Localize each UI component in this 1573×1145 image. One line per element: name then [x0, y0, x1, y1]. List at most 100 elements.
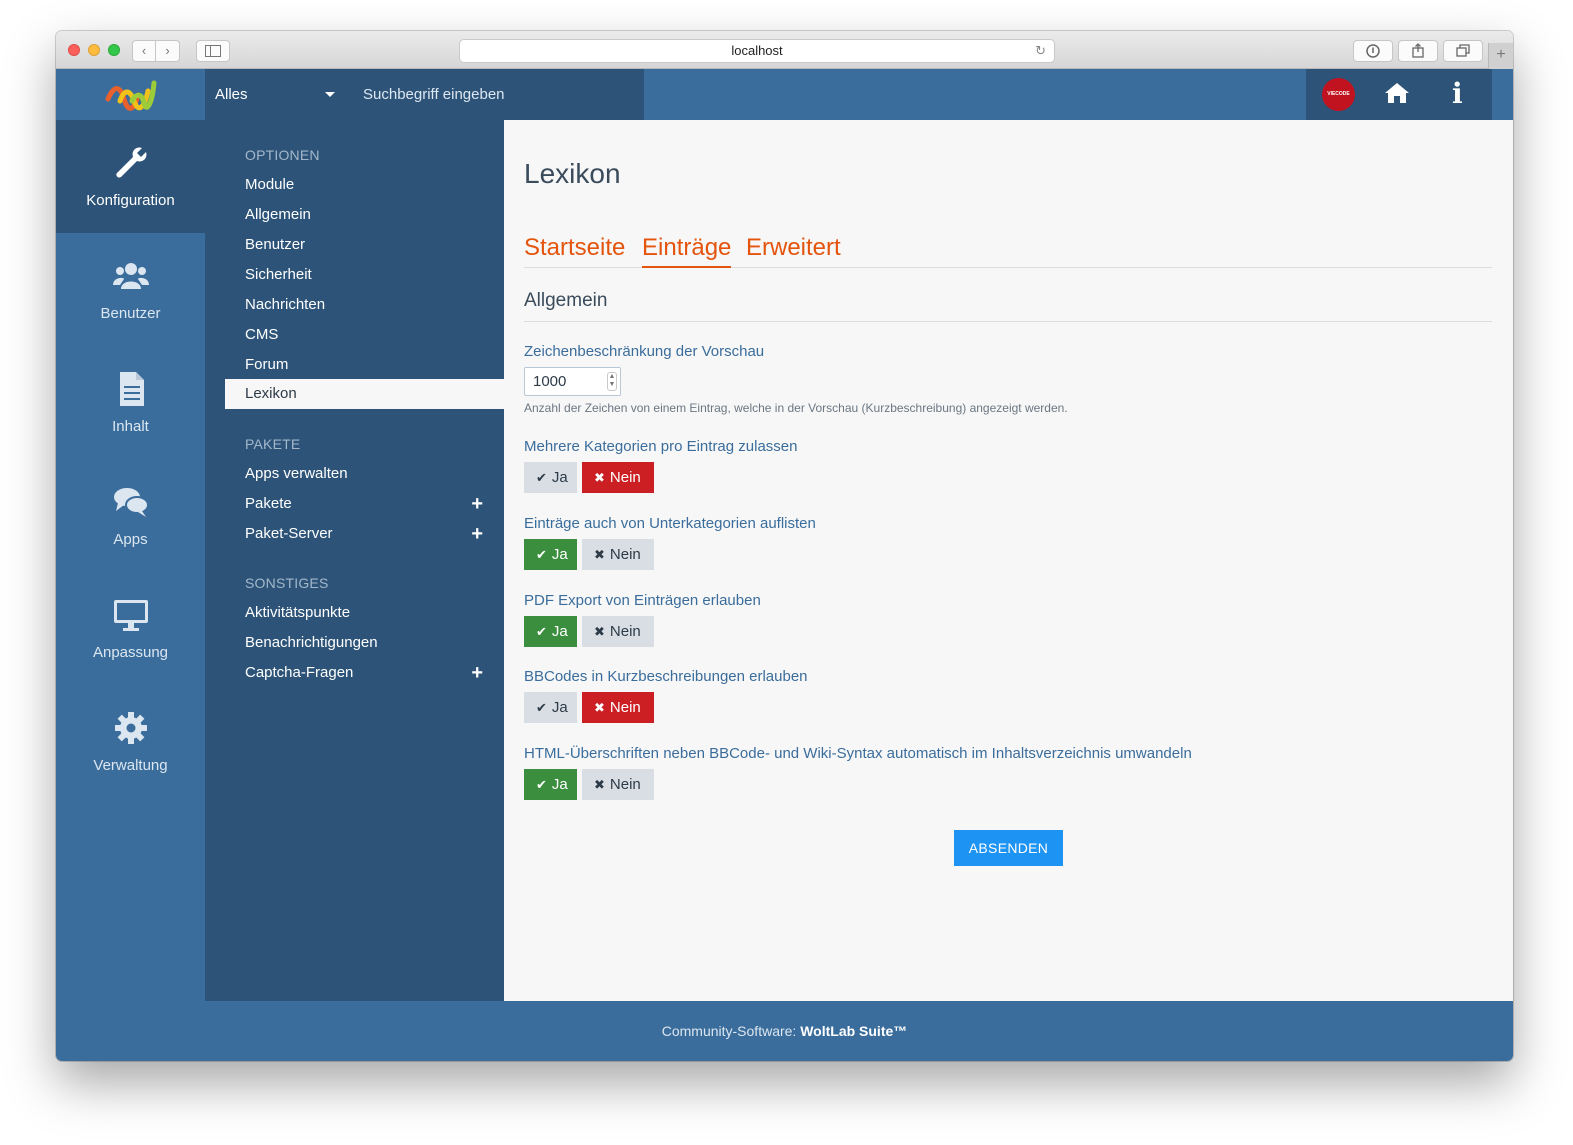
tabs-overview-button[interactable]: [1443, 40, 1483, 62]
plus-icon[interactable]: +: [471, 519, 483, 549]
main-menu-label: Apps: [113, 531, 148, 548]
footer-brand-link[interactable]: WoltLab Suite™: [800, 1023, 907, 1039]
woltlab-logo-icon: [105, 80, 157, 111]
back-button[interactable]: ‹: [132, 40, 156, 62]
avatar-text: VIECODE: [1327, 91, 1350, 97]
submit-button[interactable]: ABSENDEN: [954, 830, 1063, 866]
gear-icon: [115, 712, 147, 744]
yes-label: Ja: [551, 469, 568, 486]
preview-limit-value: 1000: [533, 373, 567, 390]
search-scope-select[interactable]: Alles: [205, 69, 345, 120]
option-3-no-button[interactable]: ✖ Nein: [582, 616, 654, 647]
submenu-item-forum[interactable]: Forum: [225, 350, 504, 380]
no-label: Nein: [609, 546, 641, 563]
forward-button[interactable]: ›: [156, 40, 180, 62]
submenu-item-label: Pakete: [245, 495, 292, 512]
submenu-item-sicherheit[interactable]: Sicherheit: [225, 260, 504, 290]
submenu-item-paket-server[interactable]: Paket-Server +: [225, 519, 504, 549]
submenu-item-nachrichten[interactable]: Nachrichten: [225, 290, 504, 320]
tab-startseite[interactable]: Startseite: [524, 234, 625, 268]
search-placeholder: Suchbegriff eingeben: [363, 86, 505, 103]
option-4-no-button[interactable]: ✖ Nein: [582, 692, 654, 723]
page-title: Lexikon: [524, 158, 621, 189]
tab-bar: Startseite Einträge Erweitert: [524, 234, 1492, 268]
cross-icon: ✖: [594, 777, 605, 792]
main-menu-item-konfiguration[interactable]: Konfiguration: [56, 120, 205, 233]
spinner-icon[interactable]: ▲ ▼: [607, 372, 617, 391]
logo[interactable]: [56, 69, 205, 120]
submenu-item-cms[interactable]: CMS: [225, 320, 504, 350]
option-2-yes-button[interactable]: ✔ Ja: [524, 539, 577, 570]
submenu-heading-pakete: PAKETE: [245, 436, 301, 452]
cross-icon: ✖: [594, 547, 605, 562]
sidebar-toggle-button[interactable]: [196, 40, 230, 62]
preview-limit-label: Zeichenbeschränkung der Vorschau: [524, 343, 765, 360]
option-2-no-button[interactable]: ✖ Nein: [582, 539, 654, 570]
plus-icon[interactable]: +: [471, 489, 483, 519]
option-5-no-button[interactable]: ✖ Nein: [582, 769, 654, 800]
main-menu-item-verwaltung[interactable]: Verwaltung: [56, 685, 205, 798]
submenu-item-benachrichtigungen[interactable]: Benachrichtigungen: [225, 628, 504, 658]
no-label: Nein: [609, 699, 641, 716]
url-text: localhost: [731, 43, 783, 58]
main-menu-label: Inhalt: [112, 418, 149, 435]
tabs-icon: [1456, 44, 1470, 57]
minimize-window-button[interactable]: [88, 44, 100, 56]
home-icon[interactable]: [1384, 81, 1410, 110]
option-1-no-button[interactable]: ✖ Nein: [582, 462, 654, 493]
submenu-item-captcha-fragen[interactable]: Captcha-Fragen +: [225, 658, 504, 688]
avatar[interactable]: VIECODE: [1322, 78, 1355, 111]
main-menu-label: Konfiguration: [86, 192, 175, 209]
submenu-item-pakete[interactable]: Pakete +: [225, 489, 504, 519]
yes-label: Ja: [551, 546, 568, 563]
option-5-yes-button[interactable]: ✔ Ja: [524, 769, 577, 800]
submenu-item-allgemein[interactable]: Allgemein: [225, 200, 504, 230]
check-icon: ✔: [536, 470, 547, 485]
main-menu-label: Anpassung: [92, 644, 169, 661]
comments-icon: [114, 488, 149, 517]
share-button[interactable]: [1398, 40, 1438, 62]
close-window-button[interactable]: [68, 44, 80, 56]
caret-down-icon: [325, 92, 335, 97]
users-icon: [113, 263, 149, 289]
submenu-item-benutzer[interactable]: Benutzer: [225, 230, 504, 260]
submenu-item-aktivitaetspunkte[interactable]: Aktivitätspunkte: [225, 598, 504, 628]
no-label: Nein: [609, 469, 641, 486]
download-icon: [1366, 44, 1380, 58]
main-menu-item-apps[interactable]: Apps: [56, 459, 205, 572]
plus-icon[interactable]: +: [471, 658, 483, 688]
tab-eintraege[interactable]: Einträge: [642, 234, 732, 268]
submenu-heading-optionen: OPTIONEN: [245, 147, 320, 163]
sidebar-icon: [205, 45, 221, 57]
submenu-item-apps-verwalten[interactable]: Apps verwalten: [225, 459, 504, 489]
yes-label: Ja: [551, 776, 568, 793]
submenu-item-lexikon[interactable]: Lexikon: [225, 379, 504, 409]
cross-icon: ✖: [594, 624, 605, 639]
zoom-window-button[interactable]: [108, 44, 120, 56]
preview-limit-input[interactable]: 1000 ▲ ▼: [524, 367, 621, 396]
info-icon[interactable]: i: [1452, 77, 1463, 110]
new-tab-button[interactable]: +: [1488, 43, 1513, 69]
submenu-item-label: Aktivitätspunkte: [245, 604, 351, 621]
tab-erweitert[interactable]: Erweitert: [746, 234, 841, 268]
main-menu-item-inhalt[interactable]: Inhalt: [56, 346, 205, 459]
main-menu-item-benutzer[interactable]: Benutzer: [56, 233, 205, 346]
submenu-item-label: Apps verwalten: [245, 465, 348, 482]
main-menu-label: Benutzer: [100, 305, 161, 322]
main-menu-label: Verwaltung: [93, 757, 168, 774]
page-footer: Community-Software: WoltLab Suite™: [56, 1001, 1513, 1061]
option-1-yes-button[interactable]: ✔ Ja: [524, 462, 577, 493]
reader-button[interactable]: [1353, 40, 1393, 62]
address-bar[interactable]: localhost ↻: [459, 39, 1055, 63]
yes-label: Ja: [551, 699, 568, 716]
search-input[interactable]: Suchbegriff eingeben: [345, 69, 644, 120]
submenu-item-module[interactable]: Module: [225, 170, 504, 200]
option-3-yes-button[interactable]: ✔ Ja: [524, 616, 577, 647]
main-menu-item-anpassung[interactable]: Anpassung: [56, 572, 205, 685]
option-label: HTML-Überschriften neben BBCode- und Wik…: [524, 745, 1192, 762]
reload-icon[interactable]: ↻: [1035, 40, 1046, 62]
option-4-yes-button[interactable]: ✔ Ja: [524, 692, 577, 723]
option-label: Einträge auch von Unterkategorien auflis…: [524, 515, 816, 532]
submenu-item-label: Captcha-Fragen: [245, 664, 354, 681]
page-header: Alles Suchbegriff eingeben VIECODE i: [56, 69, 1513, 120]
